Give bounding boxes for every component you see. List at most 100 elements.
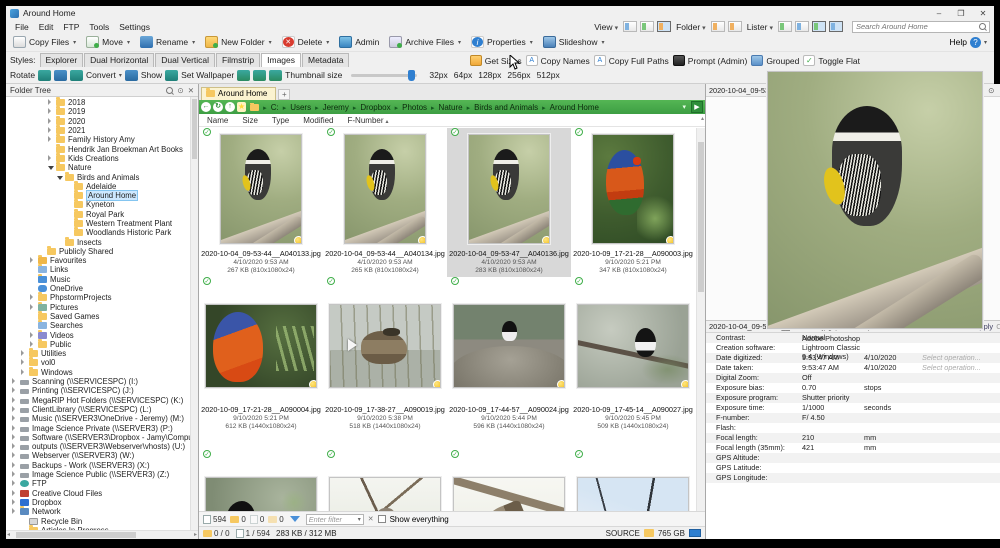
tree-pin-icon[interactable]: ⊙ — [177, 86, 183, 95]
thumbnail-size-slider[interactable] — [351, 69, 418, 81]
tree-item-scanning-servicespc-i[interactable]: Scanning (\\SERVICESPC) (I:) — [6, 377, 198, 386]
viewer-image[interactable] — [766, 71, 983, 330]
tree-item-ftp[interactable]: FTP — [6, 479, 198, 488]
tree-item-webserver-server3-w[interactable]: Webserver (\\SERVER3) (W:) — [6, 451, 198, 460]
copy-files-button[interactable]: Copy Files — [9, 35, 80, 49]
metadata-row-date-taken[interactable]: Date taken: 9:53:47 AM 4/10/2020 Select … — [706, 363, 1000, 373]
tree-item-image-science-private-server3-p[interactable]: Image Science Private (\\SERVER3) (P:) — [6, 423, 198, 433]
new-folder-button[interactable]: New Folder — [201, 35, 275, 49]
lister-dropdown[interactable]: Lister — [745, 22, 775, 32]
tree-item-image-science-public-server3-z[interactable]: Image Science Public (\\SERVER3) (Z:) — [6, 470, 198, 479]
tree-item-recycle-bin[interactable]: Recycle Bin — [6, 516, 198, 526]
set-wallpaper-button[interactable]: Set Wallpaper — [181, 70, 234, 80]
tree-item-2018[interactable]: 2018 — [6, 97, 198, 107]
size-128px[interactable]: 128px — [475, 70, 504, 80]
file-thumbnail[interactable] — [571, 450, 695, 511]
tree-search-icon[interactable] — [166, 86, 174, 94]
files-vertical-scrollbar[interactable] — [696, 128, 705, 511]
tree-expander-icon[interactable] — [30, 303, 38, 312]
help-button[interactable]: Help ? — [950, 36, 992, 48]
maximize-button[interactable]: ❐ — [950, 7, 972, 20]
photo-wagtail-green[interactable] — [205, 477, 317, 511]
tree-expander-icon[interactable] — [12, 433, 20, 442]
refresh-button[interactable]: ↻ — [213, 102, 223, 112]
view-dropdown[interactable]: View — [592, 22, 620, 32]
thumb-mode-icon-2[interactable] — [253, 69, 267, 81]
properties-button[interactable]: Properties — [467, 35, 537, 49]
favorites-star-icon[interactable]: ★ — [237, 102, 247, 112]
new-tab-button[interactable]: + — [278, 89, 291, 100]
metadata-cancel-button[interactable]: Cancel — [996, 322, 1000, 331]
checked-icon[interactable] — [451, 277, 459, 285]
tree-item-around-home[interactable]: Around Home — [6, 190, 198, 202]
tree-item-public[interactable]: Public — [6, 338, 198, 349]
tree-item-printing-servicespc-j[interactable]: Printing (\\SERVICESPC) (J:) — [6, 386, 198, 395]
menu-ftp[interactable]: FTP — [58, 22, 84, 32]
photo-wagtail-branch[interactable] — [577, 304, 689, 388]
style-tab-metadata[interactable]: Metadata — [302, 53, 350, 67]
tree-expander-icon[interactable] — [12, 479, 20, 488]
tree-expander-icon[interactable] — [30, 331, 38, 340]
folder-dropdown[interactable]: Folder — [674, 22, 708, 32]
scroll-up-icon[interactable]: ▴ — [701, 115, 704, 122]
tree-item-kids-creations[interactable]: Kids Creations — [6, 152, 198, 163]
tree-item-birds-and-animals[interactable]: Birds and Animals — [6, 171, 198, 182]
file-2020-10-04_09-53-44__A040133.jpg[interactable]: 2020-10-04_09-53-44__A040133.jpg 4/10/20… — [199, 128, 323, 277]
checked-icon[interactable] — [203, 277, 211, 285]
admin-button[interactable]: Admin — [335, 35, 383, 49]
folder-tab[interactable]: Around Home — [201, 87, 277, 100]
tree-expander-icon[interactable] — [12, 377, 20, 386]
tree-expander-icon[interactable] — [30, 256, 38, 265]
filter-funnel-icon[interactable] — [289, 516, 300, 522]
tree-expander-icon[interactable] — [12, 489, 20, 498]
copy-names-button[interactable]: Copy Names — [525, 55, 590, 66]
checked-icon[interactable] — [327, 128, 335, 136]
tree-item-pictures[interactable]: Pictures — [6, 301, 198, 312]
file-2020-10-04_09-53-47__A040136.jpg[interactable]: 2020-10-04_09-53-47__A040136.jpg 4/10/20… — [447, 128, 571, 277]
file-thumbnail[interactable] — [199, 450, 323, 511]
tree-item-windows[interactable]: Windows — [6, 366, 198, 377]
tree-expander-icon[interactable] — [48, 135, 56, 144]
breadcrumb-dropbox[interactable]: Dropbox — [351, 103, 393, 112]
tree-expander-icon[interactable] — [12, 451, 20, 460]
show-icon[interactable] — [124, 69, 138, 81]
size-256px[interactable]: 256px — [504, 70, 533, 80]
style-tab-dual-vertical[interactable]: Dual Vertical — [155, 53, 216, 67]
photo-fantail[interactable] — [453, 477, 565, 511]
tree-expander-icon[interactable] — [30, 293, 38, 302]
column-type[interactable]: Type — [272, 116, 303, 125]
checked-icon[interactable] — [203, 128, 211, 136]
tree-expander-icon[interactable] — [21, 349, 29, 358]
tree-horizontal-scrollbar[interactable]: ◂ ▸ — [6, 530, 198, 539]
copy-full-paths-button[interactable]: Copy Full Paths — [593, 55, 669, 66]
thumb-mode-icon-1[interactable] — [237, 69, 251, 81]
tree-item-2019[interactable]: 2019 — [6, 106, 198, 116]
tree-item-searches[interactable]: Searches — [6, 320, 198, 330]
file-2020-10-09_17-38-27__A090019.jpg[interactable]: 2020-10-09_17-38-27__A090019.jpg 9/10/20… — [323, 277, 447, 450]
tree-expander-icon[interactable] — [12, 396, 20, 405]
file-2020-10-04_09-53-44__A040134.jpg[interactable]: 2020-10-04_09-53-44__A040134.jpg 4/10/20… — [323, 128, 447, 277]
file-thumbnail[interactable] — [447, 450, 571, 511]
tree-expander-icon[interactable] — [12, 414, 20, 423]
tree-expander-icon[interactable] — [48, 117, 56, 126]
tree-item-phpstormprojects[interactable]: PhpstormProjects — [6, 292, 198, 302]
tree-item-vol0[interactable]: vol0 — [6, 357, 198, 367]
checked-icon[interactable] — [575, 277, 583, 285]
menu-edit[interactable]: Edit — [34, 22, 59, 32]
photo-sky[interactable] — [577, 477, 689, 511]
grouped-button[interactable]: Grouped — [751, 55, 799, 66]
lister-single-icon[interactable] — [778, 21, 792, 32]
breadcrumb-photos[interactable]: Photos — [393, 103, 429, 112]
checked-icon[interactable] — [575, 450, 583, 458]
tree-expander-icon[interactable] — [12, 442, 20, 451]
breadcrumb-jeremy[interactable]: Jeremy — [313, 103, 351, 112]
filter-input[interactable]: Enter filter — [305, 513, 364, 525]
tree-expander-icon[interactable] — [48, 107, 56, 116]
tree-expander-icon[interactable] — [12, 470, 20, 479]
slider-knob[interactable] — [408, 69, 416, 81]
close-button[interactable]: ✕ — [972, 7, 994, 20]
minimize-button[interactable]: – — [928, 7, 950, 20]
view-thumbnails-icon[interactable] — [657, 21, 672, 32]
tree-item-woodlands-historic-park[interactable]: Woodlands Historic Park — [6, 227, 198, 237]
tree-item-music-server3-onedrive-jeremy-m[interactable]: Music (\\SERVER3\OneDrive - Jeremy) (M:) — [6, 414, 198, 423]
